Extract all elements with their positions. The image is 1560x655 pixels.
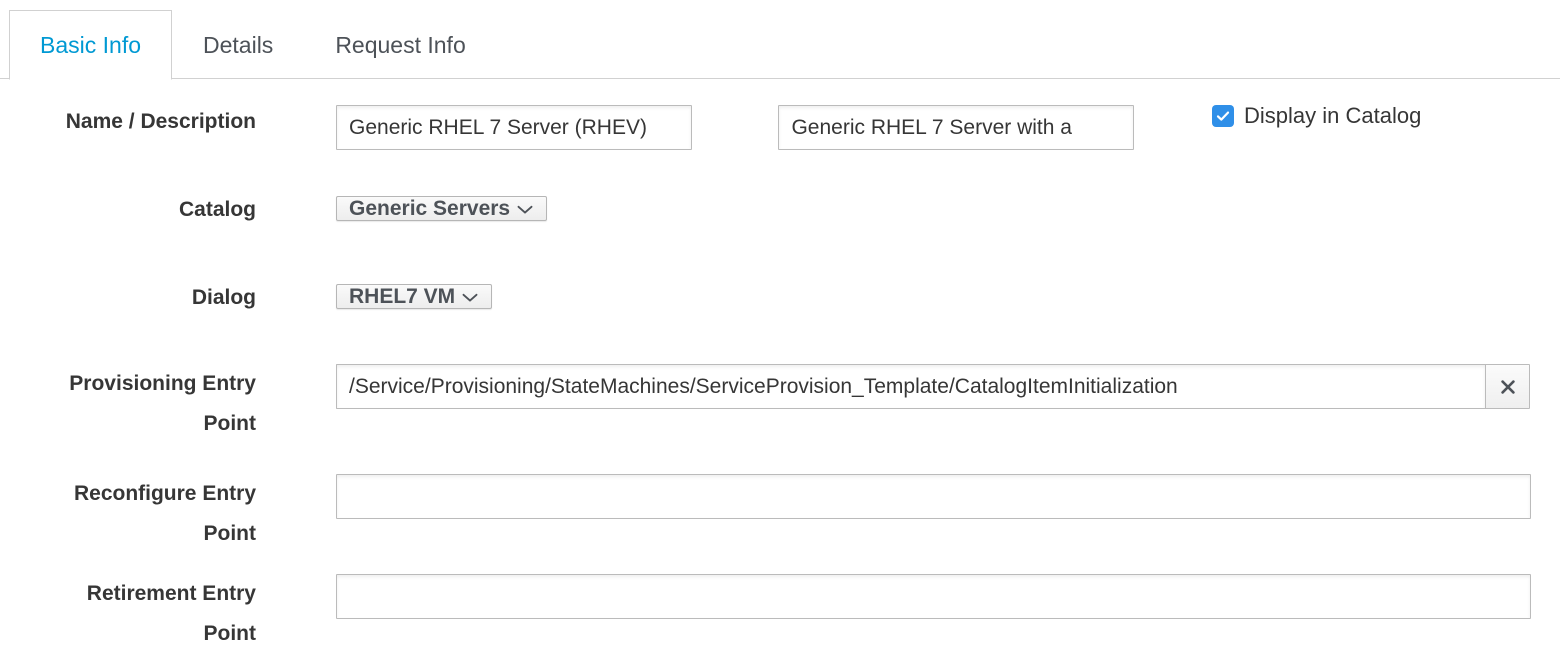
name-input[interactable] xyxy=(336,105,692,150)
tab-list: Basic Info Details Request Info xyxy=(9,0,497,79)
reconfigure-entry-point-controls xyxy=(336,474,1531,519)
display-in-catalog-row[interactable]: Display in Catalog xyxy=(1212,105,1421,127)
tab-basic-info[interactable]: Basic Info xyxy=(9,10,172,80)
tab-request-info-label: Request Info xyxy=(335,32,465,58)
reconfigure-entry-point-label-line1: Reconfigure Entry xyxy=(0,474,256,514)
provisioning-entry-point-controls xyxy=(336,364,1530,409)
provisioning-entry-point-input-group xyxy=(336,364,1530,409)
name-description-label: Name / Description xyxy=(0,102,256,142)
reconfigure-entry-point-label: Reconfigure Entry Point xyxy=(0,474,256,554)
clear-provisioning-entry-point-button[interactable] xyxy=(1485,364,1530,409)
display-in-catalog-label: Display in Catalog xyxy=(1244,105,1421,127)
retirement-entry-point-controls xyxy=(336,574,1531,619)
catalog-select[interactable]: Generic Servers xyxy=(336,196,547,221)
display-in-catalog-checkbox[interactable] xyxy=(1212,105,1234,127)
reconfigure-entry-point-label-line2: Point xyxy=(0,514,256,554)
tab-request-info[interactable]: Request Info xyxy=(304,10,496,79)
tab-details[interactable]: Details xyxy=(172,10,304,79)
catalog-controls: Generic Servers xyxy=(336,187,547,230)
provisioning-entry-point-label-line2: Point xyxy=(0,404,256,444)
tab-details-label: Details xyxy=(203,32,273,58)
catalog-select-wrap[interactable]: Generic Servers xyxy=(336,187,547,230)
provisioning-entry-point-label-line1: Provisioning Entry xyxy=(0,364,256,404)
retirement-entry-point-label-line1: Retirement Entry xyxy=(0,574,256,614)
reconfigure-entry-point-input[interactable] xyxy=(336,474,1531,519)
description-input[interactable] xyxy=(778,105,1134,150)
retirement-entry-point-label-line2: Point xyxy=(0,614,256,654)
retirement-entry-point-label: Retirement Entry Point xyxy=(0,574,256,654)
name-description-controls xyxy=(336,105,1134,150)
dialog-controls: RHEL7 VM xyxy=(336,275,492,318)
dialog-label: Dialog xyxy=(0,278,256,318)
provisioning-entry-point-input[interactable] xyxy=(336,364,1485,409)
dialog-select-wrap[interactable]: RHEL7 VM xyxy=(336,275,492,318)
tab-bar: Basic Info Details Request Info xyxy=(0,0,1560,79)
dialog-select[interactable]: RHEL7 VM xyxy=(336,284,492,309)
close-icon xyxy=(1499,378,1517,396)
provisioning-entry-point-label: Provisioning Entry Point xyxy=(0,364,256,444)
retirement-entry-point-input[interactable] xyxy=(336,574,1531,619)
tab-basic-info-label: Basic Info xyxy=(40,32,141,58)
catalog-label: Catalog xyxy=(0,190,256,230)
